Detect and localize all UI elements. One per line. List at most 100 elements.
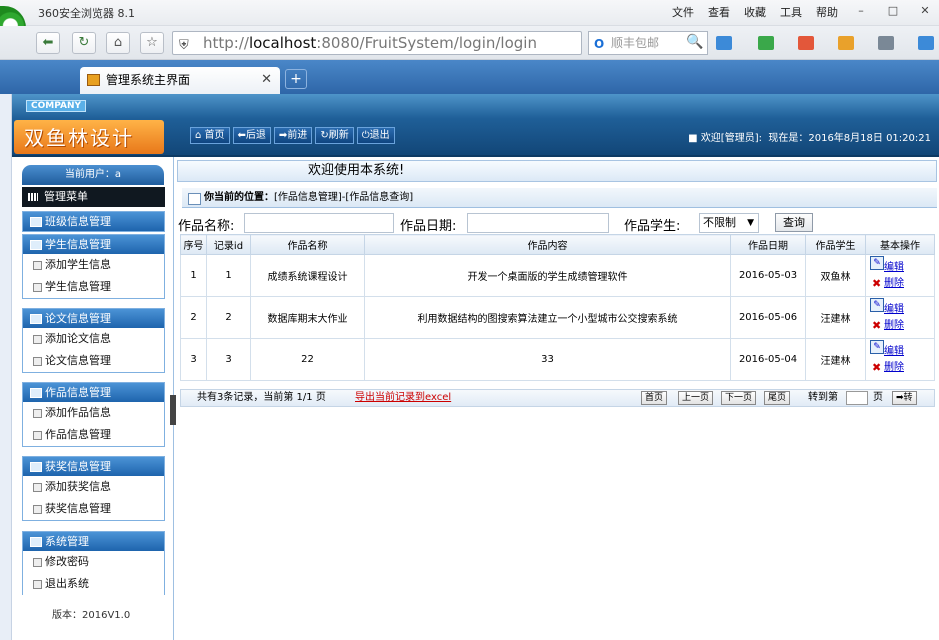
delete-icon: ✖ — [872, 276, 882, 290]
edit-link[interactable]: ✎ 编辑 — [870, 297, 934, 318]
menu-manage-award[interactable]: 获奖信息管理 — [23, 498, 164, 520]
menu-group-student: 学生信息管理 添加学生信息 学生信息管理 — [22, 234, 165, 299]
management-menu-title: 管理菜单 — [22, 187, 165, 207]
delete-link[interactable]: ✖ 删除 — [870, 318, 934, 334]
nav-logout-label: 退出 — [369, 130, 390, 141]
menu-help[interactable]: 帮助 — [816, 4, 838, 20]
home-icon[interactable]: ⌂ — [106, 32, 130, 54]
maximize-icon[interactable]: □ — [884, 4, 902, 20]
browser-menubar: 文件 查看 收藏 工具 帮助 – □ ✕ — [672, 4, 934, 20]
tab-main-interface[interactable]: 管理系统主界面 ✕ — [80, 67, 280, 94]
edit-icon: ✎ — [870, 297, 884, 312]
settings-icon[interactable] — [918, 36, 934, 50]
back-arrow-icon[interactable]: ⬅ — [36, 32, 60, 54]
prev-page-button[interactable]: 上一页 — [678, 391, 714, 405]
goto-button[interactable]: ➡转 — [892, 391, 917, 405]
menu-view[interactable]: 查看 — [708, 4, 730, 20]
tab-close-icon[interactable]: ✕ — [261, 67, 272, 93]
cell-work-content: 利用数据结构的图搜索算法建立一个小型城市公交搜索系统 — [364, 296, 731, 339]
welcome-user: 欢迎[管理员] — [700, 133, 759, 144]
last-page-button[interactable]: 尾页 — [764, 391, 791, 405]
search-form: 作品名称: 作品日期: 作品学生: 不限制 ▼ 查询 — [178, 212, 938, 234]
menu-manage-student[interactable]: 学生信息管理 — [23, 276, 164, 298]
welcome-banner: 欢迎使用本系统! — [177, 160, 937, 182]
cell-work-date: 2016-05-06 — [730, 296, 806, 339]
search-icon[interactable]: 🔍 — [684, 32, 706, 54]
nav-forward-button[interactable]: ➡前进 — [273, 127, 313, 144]
edit-link[interactable]: ✎ 编辑 — [870, 255, 934, 276]
sidebar-collapse-handle[interactable] — [170, 395, 176, 425]
cell-index: 2 — [180, 296, 207, 339]
logo-text: 双鱼林设计 — [24, 126, 134, 150]
apps-icon[interactable] — [716, 36, 732, 50]
col-work-date: 作品日期 — [730, 234, 806, 255]
edit-label: 编辑 — [884, 303, 904, 315]
menu-head-work[interactable]: 作品信息管理 — [23, 383, 164, 402]
menu-head-class[interactable]: 班级信息管理 — [23, 212, 164, 231]
edit-link[interactable]: ✎ 编辑 — [870, 339, 934, 360]
nav-refresh-label: 刷新 — [328, 130, 349, 141]
col-record-id: 记录id — [206, 234, 251, 255]
browser-side-strip — [0, 94, 12, 640]
query-button[interactable]: 查询 — [775, 213, 813, 232]
menu-head-student[interactable]: 学生信息管理 — [23, 235, 164, 254]
cell-work-student: 汪建林 — [805, 338, 866, 381]
image-icon[interactable] — [878, 36, 894, 50]
menu-manage-work[interactable]: 作品信息管理 — [23, 424, 164, 446]
app-logo: 双鱼林设计 — [14, 120, 164, 154]
work-date-input[interactable] — [467, 213, 609, 233]
menu-change-password[interactable]: 修改密码 — [23, 551, 164, 573]
menu-add-work[interactable]: 添加作品信息 — [23, 402, 164, 424]
menu-add-award[interactable]: 添加获奖信息 — [23, 476, 164, 498]
cell-work-name: 22 — [250, 338, 365, 381]
minimize-icon[interactable]: – — [852, 4, 870, 20]
nav-home-button[interactable]: ⌂ 首页 — [190, 127, 230, 144]
refresh-icon[interactable]: ↻ — [72, 32, 96, 54]
work-name-input[interactable] — [244, 213, 394, 233]
delete-link[interactable]: ✖ 删除 — [870, 276, 934, 292]
nav-back-button[interactable]: ⬅后退 — [232, 127, 271, 144]
first-page-button[interactable]: 首页 — [641, 391, 668, 405]
translate-icon[interactable] — [798, 36, 814, 50]
table-row: 3 3 22 33 2016-05-04 汪建林 ✎ 编辑 ✖ 删除 — [180, 338, 935, 381]
student-select[interactable]: 不限制 ▼ — [699, 213, 759, 233]
menu-head-system[interactable]: 系统管理 — [23, 532, 164, 551]
new-tab-icon[interactable]: + — [285, 69, 307, 89]
menu-favorites[interactable]: 收藏 — [744, 4, 766, 20]
menu-add-student[interactable]: 添加学生信息 — [23, 254, 164, 276]
menu-head-paper[interactable]: 论文信息管理 — [23, 309, 164, 328]
menu-logout[interactable]: 退出系统 — [23, 573, 164, 595]
menu-head-award[interactable]: 获奖信息管理 — [23, 457, 164, 476]
close-icon[interactable]: ✕ — [916, 4, 934, 20]
menu-manage-paper[interactable]: 论文信息管理 — [23, 350, 164, 372]
export-excel-link[interactable]: 导出当前记录到excel — [355, 390, 451, 406]
goto-label: 转到第 — [808, 392, 838, 403]
nav-refresh-button[interactable]: ↻刷新 — [315, 127, 354, 144]
date-label: 作品日期: — [400, 219, 457, 234]
menu-tools[interactable]: 工具 — [780, 4, 802, 20]
browser-navbar: ⬅ ↻ ⌂ ☆ ⛨ http://localhost:8080/FruitSyst… — [0, 26, 939, 60]
url-host: localhost — [248, 34, 317, 52]
url-scheme: http:// — [203, 34, 249, 52]
nav-logout-button[interactable]: ⏻退出 — [356, 127, 395, 144]
delete-label: 删除 — [884, 319, 904, 331]
menu-file[interactable]: 文件 — [672, 4, 694, 20]
col-work-name: 作品名称 — [250, 234, 365, 255]
cell-work-name: 成绩系统课程设计 — [250, 254, 365, 297]
delete-link[interactable]: ✖ 删除 — [870, 360, 934, 376]
security-icon[interactable] — [758, 36, 774, 50]
star-icon[interactable]: ☆ — [140, 32, 164, 54]
current-time: 现在是：2016年8月18日 01:20:21 — [768, 133, 931, 144]
goto-page-input[interactable] — [846, 391, 868, 405]
table-row: 1 1 成绩系统课程设计 开发一个桌面版的学生成绩管理软件 2016-05-03… — [180, 254, 935, 297]
screenshot-icon[interactable] — [838, 36, 854, 50]
table-header-row: 序号 记录id 作品名称 作品内容 作品日期 作品学生 基本操作 — [180, 234, 935, 255]
menu-add-paper[interactable]: 添加论文信息 — [23, 328, 164, 350]
address-bar[interactable]: ⛨ http://localhost:8080/FruitSystem/login… — [172, 31, 582, 55]
menu-group-system: 系统管理 修改密码 退出系统 — [22, 531, 165, 595]
menu-group-work: 作品信息管理 添加作品信息 作品信息管理 — [22, 382, 165, 447]
next-page-button[interactable]: 下一页 — [721, 391, 757, 405]
cell-work-name: 数据库期末大作业 — [250, 296, 365, 339]
name-label: 作品名称: — [178, 219, 235, 234]
browser-title: 360安全浏览器 8.1 — [38, 7, 135, 20]
